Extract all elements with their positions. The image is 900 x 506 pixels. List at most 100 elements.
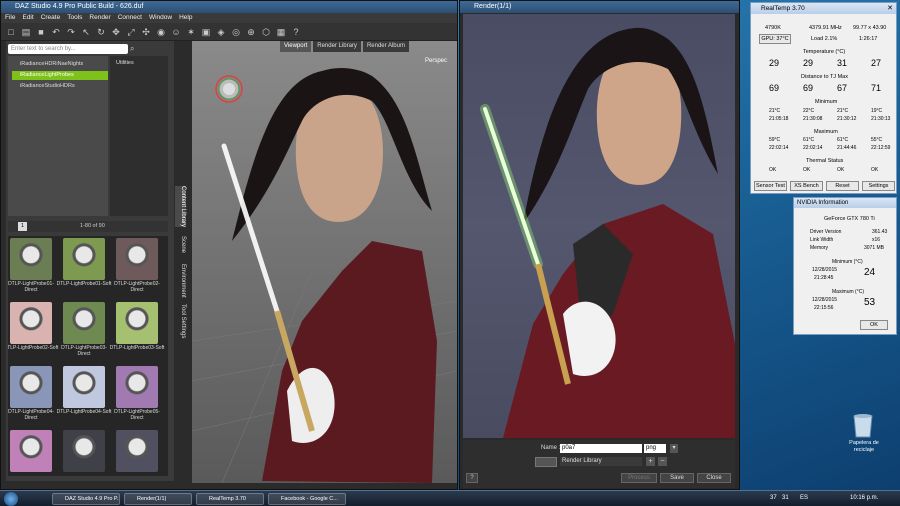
light-probe-thumbnail[interactable] — [63, 238, 105, 280]
chevron-down-icon[interactable]: ▾ — [670, 444, 678, 453]
light-probe-thumbnail[interactable] — [116, 430, 158, 472]
camera-perspective-label[interactable]: Perspec — [425, 58, 447, 64]
start-button[interactable] — [4, 492, 18, 506]
tab-render-library[interactable]: Render Library — [313, 41, 361, 52]
core-thermal-status: OK — [803, 167, 811, 173]
realtemp-titlebar[interactable]: RealTemp 3.70 ✕ — [751, 3, 896, 14]
light-icon[interactable]: ✶ — [185, 26, 197, 38]
daz-titlebar[interactable]: DAZ Studio 4.9 Pro Public Build - 626.du… — [1, 1, 457, 13]
light-probe-thumbnail[interactable] — [116, 302, 158, 344]
save-icon[interactable]: ■ — [35, 26, 47, 38]
scale-icon[interactable]: ⤢ — [125, 26, 137, 38]
tab-render-album[interactable]: Render Album — [362, 41, 409, 52]
gpu-temp-button[interactable]: GPU: 37°C — [759, 34, 791, 44]
morph-icon[interactable]: ⬡ — [260, 26, 272, 38]
clock[interactable]: 10:16 p.m. — [850, 495, 878, 501]
menu-file[interactable]: File — [5, 13, 15, 23]
remove-icon[interactable]: − — [658, 457, 667, 466]
help-icon[interactable]: ? — [466, 473, 478, 483]
tray-temp-1[interactable]: 37 — [770, 495, 777, 501]
camera-widget[interactable] — [215, 75, 243, 103]
destination-select[interactable]: Render Library — [560, 457, 642, 466]
memory-value: 3071 MB — [864, 245, 885, 251]
nvidia-title: NVIDIA Information — [797, 200, 849, 206]
render-settings-icon[interactable]: ▣ — [200, 26, 212, 38]
close-button[interactable]: Close — [697, 473, 731, 483]
window-title: DAZ Studio 4.9 Pro Public Build - 626.du… — [15, 3, 144, 10]
node-icon[interactable]: ⊕ — [245, 26, 257, 38]
light-probe-thumbnail[interactable] — [116, 238, 158, 280]
select-icon[interactable]: ↖ — [80, 26, 92, 38]
thermal-status-label: Thermal Status — [806, 158, 844, 164]
render-titlebar[interactable]: Render(1/1) — [460, 1, 739, 13]
new-icon[interactable]: □ — [5, 26, 17, 38]
folder-utilities[interactable]: Utilities — [116, 60, 134, 66]
tree-item-studio-hdrs[interactable]: iRadianceStudioHDRs — [12, 82, 108, 91]
camera-icon[interactable]: ◉ — [155, 26, 167, 38]
core-temperature: 29 — [803, 58, 814, 68]
ok-button[interactable]: OK — [860, 320, 888, 330]
close-icon[interactable]: ✕ — [887, 3, 893, 14]
light-probe-thumbnail[interactable] — [63, 302, 105, 344]
process-button[interactable]: Process — [621, 473, 657, 483]
translate-icon[interactable]: ✥ — [110, 26, 122, 38]
menu-edit[interactable]: Edit — [22, 13, 33, 23]
menu-tools[interactable]: Tools — [67, 13, 82, 23]
rotate-icon[interactable]: ↻ — [95, 26, 107, 38]
render-icon[interactable]: ◈ — [215, 26, 227, 38]
tab-environment[interactable]: Environment — [175, 264, 186, 298]
tray-temp-2[interactable]: 31 — [782, 495, 789, 501]
search-icon[interactable]: ⌕ — [130, 44, 140, 54]
cpu-mhz: 4379.91 MHz — [809, 25, 842, 31]
render-name-input[interactable]: p0a7 — [560, 444, 642, 453]
xs-bench-button[interactable]: XS Bench — [790, 181, 823, 191]
core-thermal-status: OK — [837, 167, 845, 173]
menu-window[interactable]: Window — [149, 13, 172, 23]
menu-create[interactable]: Create — [41, 13, 61, 23]
universal-tool-icon[interactable]: ✣ — [140, 26, 152, 38]
tab-tool-settings[interactable]: Tool Settings — [175, 304, 186, 338]
menu-connect[interactable]: Connect — [118, 13, 142, 23]
core-tjmax-distance: 69 — [769, 83, 780, 93]
tab-content-library[interactable]: Content Library — [175, 186, 186, 228]
light-probe-thumbnail[interactable] — [63, 366, 105, 408]
format-select[interactable]: png — [644, 444, 666, 453]
destination-icon[interactable] — [535, 457, 557, 467]
light-probe-thumbnail[interactable] — [10, 238, 52, 280]
tab-viewport[interactable]: Viewport — [280, 41, 312, 52]
light-probe-thumbnail[interactable] — [10, 302, 52, 344]
figure-icon[interactable]: ☺ — [170, 26, 182, 38]
light-probe-thumbnail[interactable] — [63, 430, 105, 472]
task-browser[interactable]: Facebook - Google C... — [268, 493, 346, 505]
nvidia-titlebar[interactable]: NVIDIA Information — [794, 198, 896, 208]
settings-button[interactable]: Settings — [862, 181, 895, 191]
tree-item-light-probes[interactable]: iRadianceLightProbes — [12, 71, 108, 80]
content-search-input[interactable]: Enter text to search by... — [8, 44, 128, 54]
tree-item-hdr-nights[interactable]: iRadianceHDRiNaeNights — [12, 60, 108, 69]
menu-help[interactable]: Help — [179, 13, 192, 23]
redo-icon[interactable]: ↷ — [65, 26, 77, 38]
viewport[interactable] — [192, 41, 457, 483]
add-icon[interactable]: + — [646, 457, 655, 466]
task-daz[interactable]: DAZ Studio 4.9 Pro P... — [52, 493, 120, 505]
light-probe-thumbnail[interactable] — [10, 366, 52, 408]
help-icon[interactable]: ? — [290, 26, 302, 38]
gpu-max-value: 53 — [864, 297, 876, 308]
undo-icon[interactable]: ↶ — [50, 26, 62, 38]
tab-scene[interactable]: Scene — [175, 236, 186, 253]
sensor-test-button[interactable]: Sensor Test — [754, 181, 787, 191]
open-icon[interactable]: ▤ — [20, 26, 32, 38]
menu-render[interactable]: Render — [89, 13, 110, 23]
spot-render-icon[interactable]: ◎ — [230, 26, 242, 38]
task-realtemp[interactable]: RealTemp 3.70 — [196, 493, 264, 505]
reset-button[interactable]: Reset — [826, 181, 859, 191]
core-temperature: 31 — [837, 58, 848, 68]
light-probe-thumbnail[interactable] — [10, 430, 52, 472]
light-probe-thumbnail[interactable] — [116, 366, 158, 408]
save-button[interactable]: Save — [660, 473, 694, 483]
language-indicator[interactable]: ES — [800, 495, 808, 501]
maximum-label: Maximum — [814, 129, 838, 135]
task-render[interactable]: Render(1/1) — [124, 493, 192, 505]
layout-icon[interactable]: ▦ — [275, 26, 287, 38]
page-number[interactable]: 1 — [18, 222, 27, 231]
